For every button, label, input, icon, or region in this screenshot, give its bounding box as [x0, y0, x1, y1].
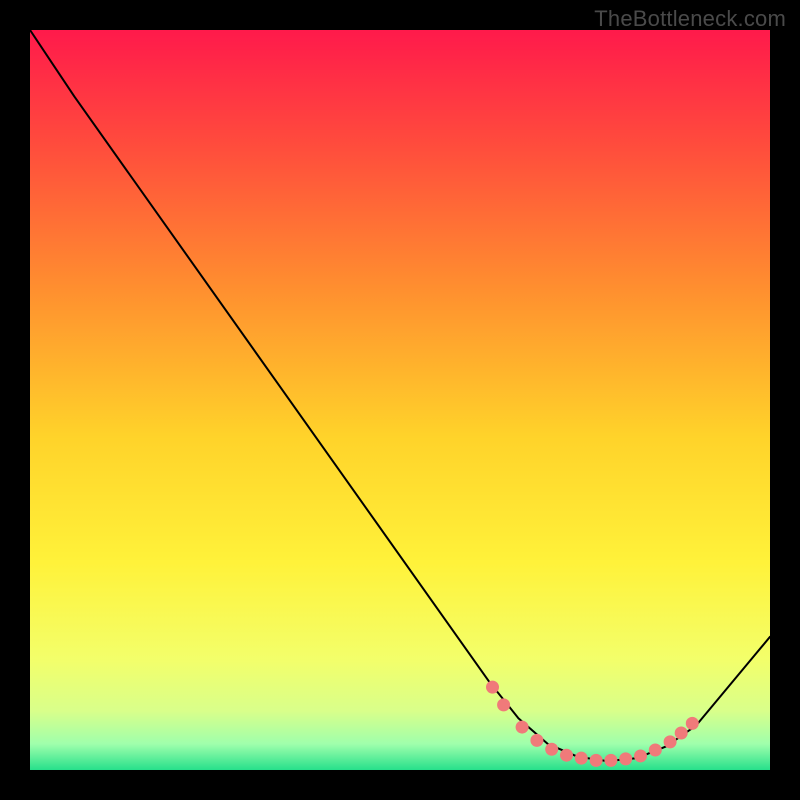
data-marker: [664, 735, 677, 748]
data-marker: [560, 749, 573, 762]
data-marker: [634, 749, 647, 762]
watermark-label: TheBottleneck.com: [594, 6, 786, 32]
chart-frame: TheBottleneck.com: [0, 0, 800, 800]
chart-plot-area: [30, 30, 770, 770]
data-marker: [686, 717, 699, 730]
data-marker: [497, 698, 510, 711]
data-marker: [530, 734, 543, 747]
data-marker: [675, 727, 688, 740]
data-marker: [486, 681, 499, 694]
data-marker: [590, 754, 603, 767]
gradient-background: [30, 30, 770, 770]
data-marker: [619, 752, 632, 765]
data-marker: [516, 721, 529, 734]
data-marker: [649, 744, 662, 757]
data-marker: [604, 754, 617, 767]
data-marker: [545, 743, 558, 756]
chart-svg: [30, 30, 770, 770]
data-marker: [575, 752, 588, 765]
